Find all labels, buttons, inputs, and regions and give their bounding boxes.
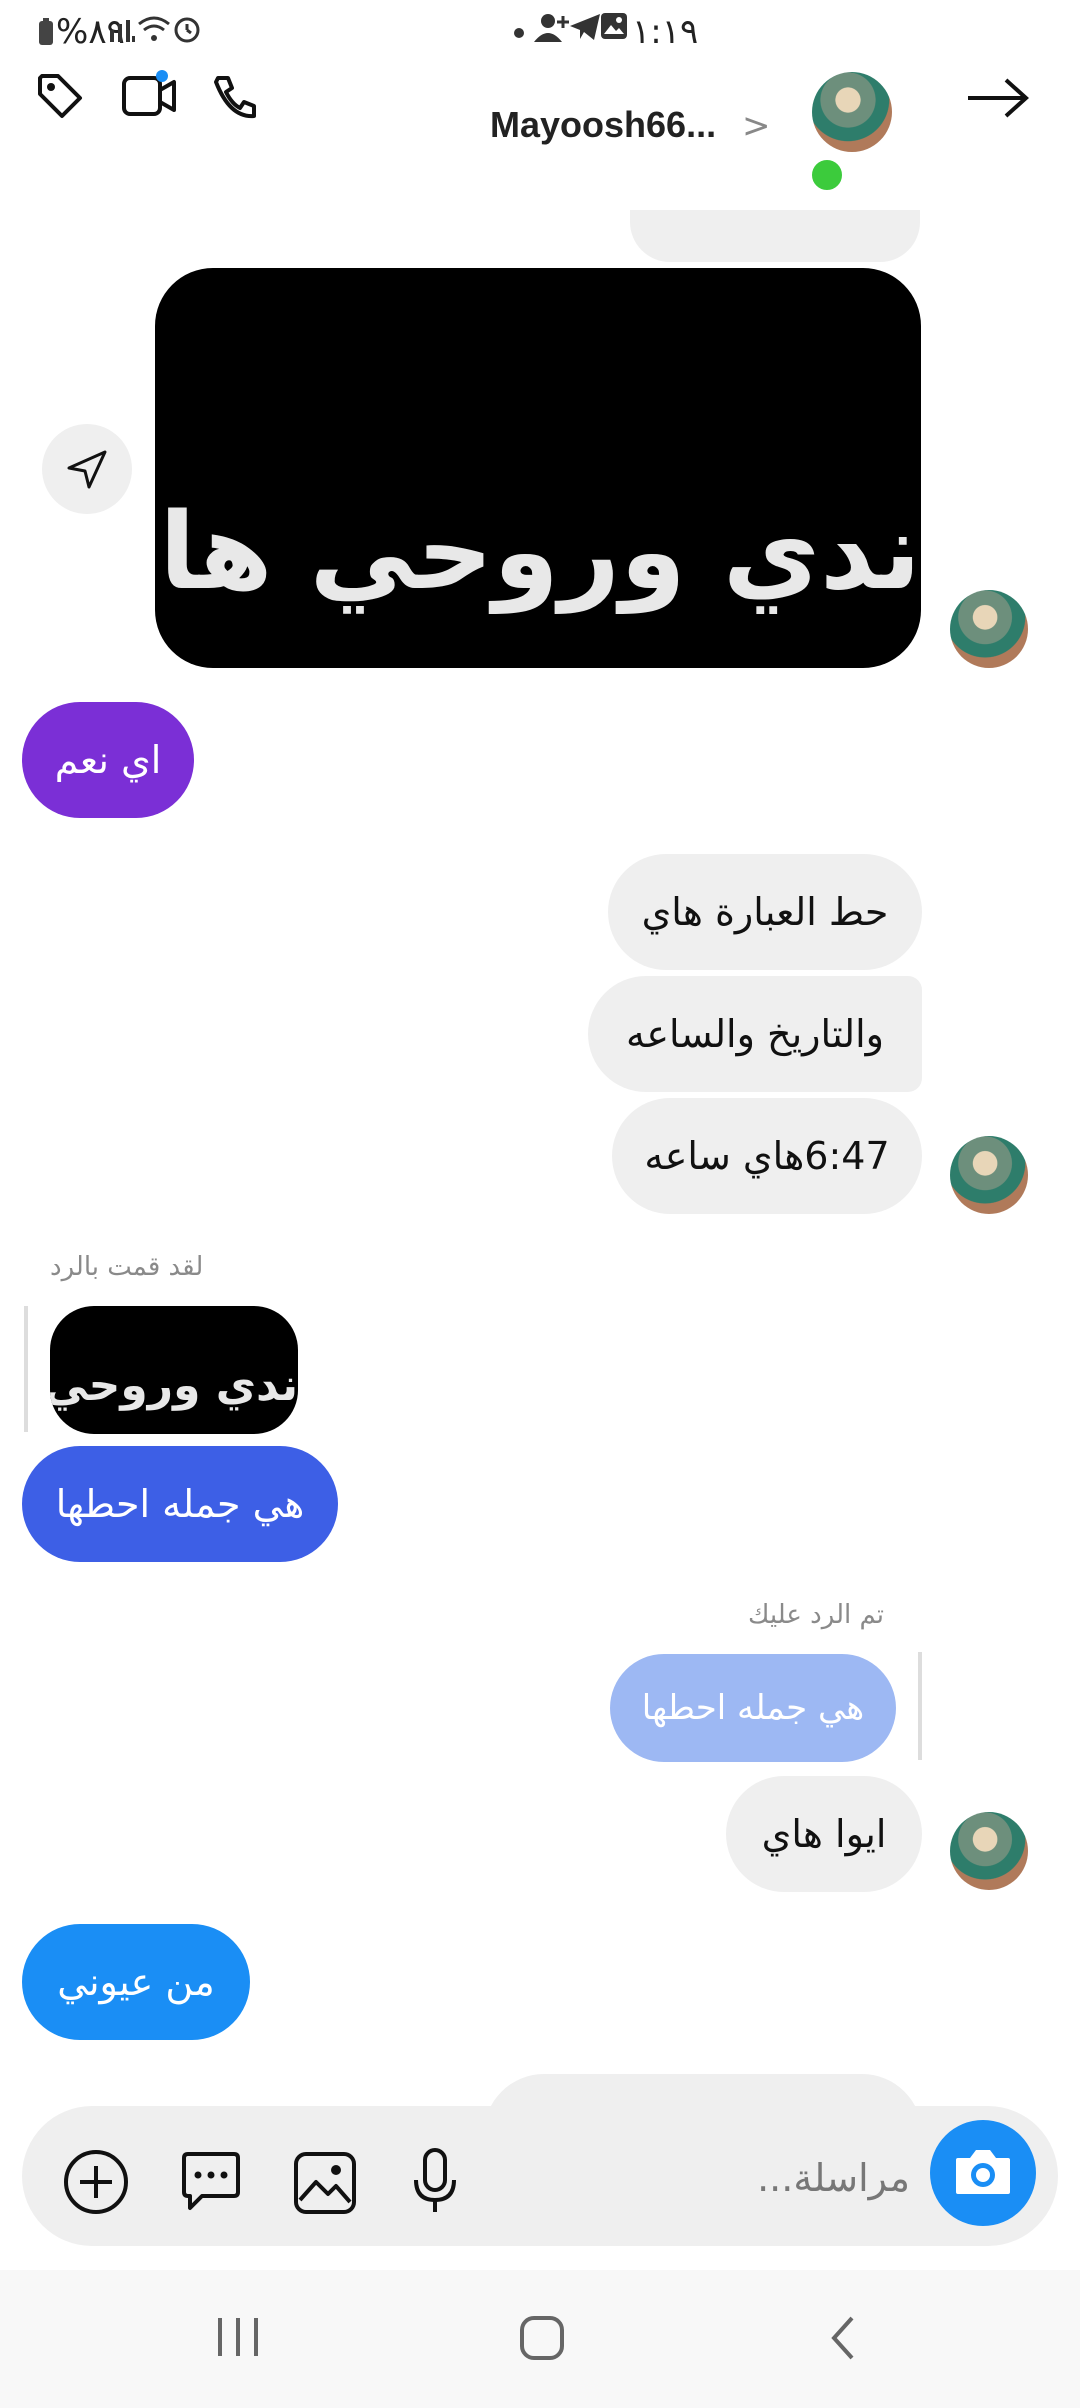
reply-quote-bar [24, 1306, 28, 1432]
battery-icon [39, 18, 53, 45]
sticker-icon[interactable] [178, 2150, 244, 2214]
reply-quote-bar [918, 1652, 922, 1760]
incoming-message[interactable]: والتاريخ والساعه [588, 976, 922, 1092]
replied-to-you-label: تم الرد عليك [748, 1600, 885, 1630]
you-replied-label: لقد قمت بالرد [50, 1252, 204, 1282]
telegram-icon [570, 14, 600, 40]
incoming-message[interactable]: ايوا هاي [726, 1776, 922, 1892]
sender-avatar[interactable] [950, 1136, 1028, 1214]
chat-username[interactable]: Mayoosh66... [490, 104, 740, 146]
outgoing-message[interactable]: اي نعم [22, 702, 194, 818]
clock: ١:١٩ [632, 12, 699, 52]
add-icon[interactable] [62, 2148, 130, 2216]
image-message-text: ندي وروحي هاب [155, 490, 921, 613]
dot-icon [514, 28, 524, 38]
incoming-message[interactable]: 6:47هاي ساعه [612, 1098, 922, 1214]
system-nav-bar [0, 2270, 1080, 2408]
tag-icon[interactable] [36, 72, 84, 120]
chat-header: Mayoosh66... > [0, 70, 1080, 222]
gallery-icon [601, 13, 627, 39]
back-arrow-icon[interactable] [964, 74, 1032, 122]
reply-image-thumbnail[interactable]: ندي وروحي هاب [50, 1306, 298, 1434]
alarm-icon [174, 17, 200, 43]
camera-icon [956, 2150, 1010, 2194]
sender-avatar[interactable] [950, 590, 1028, 668]
back-icon[interactable] [826, 2314, 860, 2362]
camera-button[interactable] [930, 2120, 1036, 2226]
reply-thumbnail-text: ندي وروحي هاب [50, 1360, 298, 1411]
partial-message-bubble [630, 210, 920, 262]
quoted-reply-bubble[interactable]: هي جمله احطها [610, 1654, 896, 1762]
home-icon[interactable] [518, 2314, 566, 2362]
gallery-icon[interactable] [292, 2150, 358, 2216]
recent-apps-icon[interactable] [214, 2314, 262, 2360]
wifi-icon [138, 16, 170, 41]
image-message[interactable]: ندي وروحي هاب [155, 268, 921, 668]
online-status-dot [808, 156, 846, 194]
outgoing-message[interactable]: هي جمله احطها [22, 1446, 338, 1562]
video-call-icon[interactable] [120, 70, 180, 120]
chevron-right-icon[interactable]: > [742, 106, 771, 146]
signal-icon [110, 20, 135, 42]
status-bar: %٨٩ ١:١٩ [0, 0, 1080, 72]
send-icon [67, 450, 107, 489]
sender-avatar[interactable] [950, 1812, 1028, 1890]
outgoing-message[interactable]: من عيوني [22, 1924, 250, 2040]
phone-icon[interactable] [210, 72, 260, 122]
share-button[interactable] [42, 424, 132, 514]
add-contact-icon [534, 14, 569, 42]
microphone-icon[interactable] [410, 2146, 460, 2218]
incoming-message[interactable]: حط العبارة هاي [608, 854, 922, 970]
chat-avatar[interactable] [812, 72, 892, 152]
message-input[interactable]: مراسلة... [680, 2156, 910, 2206]
